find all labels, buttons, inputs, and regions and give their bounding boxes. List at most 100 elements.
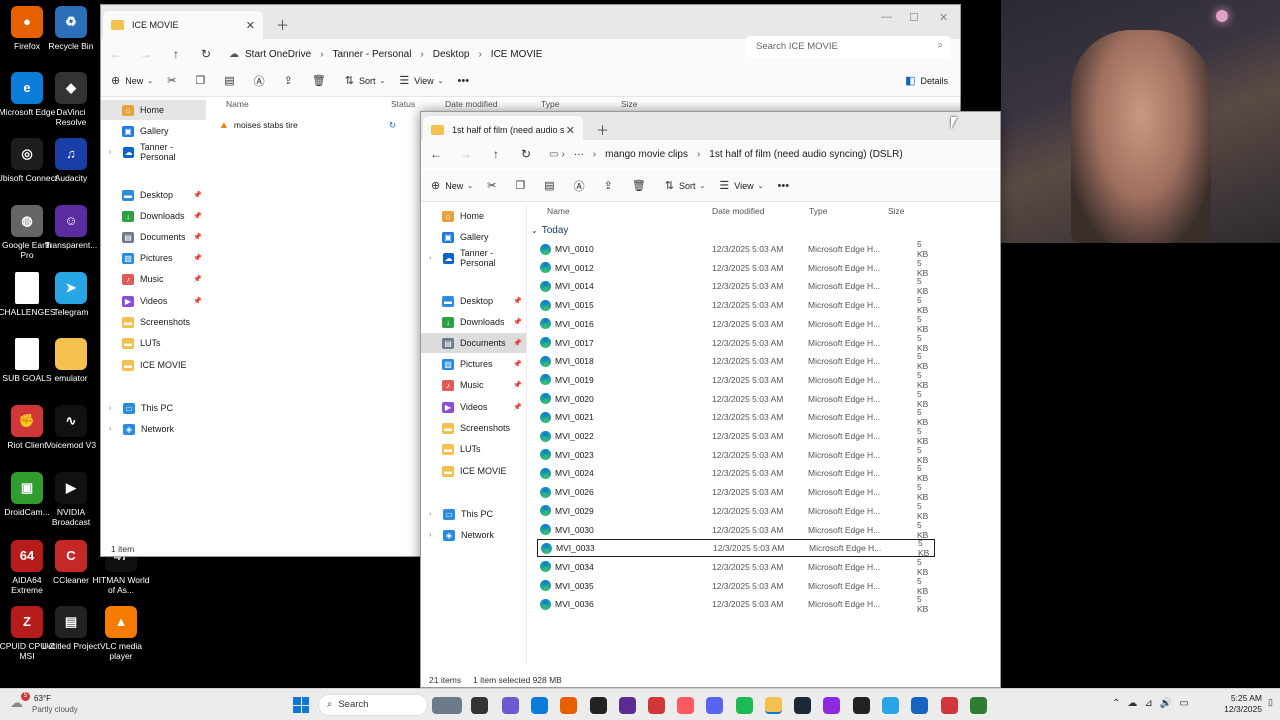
file-row[interactable]: MVI_0014 12/3/2025 5:03 AM Microsoft Edge … (537, 276, 935, 296)
nav-item-gallery[interactable]: ▣ Gallery (421, 227, 526, 247)
close-tab-icon[interactable]: ✕ (246, 19, 255, 32)
file-row[interactable]: MVI_0024 12/3/2025 5:03 AM Microsoft Edge … (537, 463, 935, 483)
column-type[interactable]: Type (541, 99, 559, 109)
sort-button[interactable]: ⇅ Sort ⌄ (665, 179, 706, 192)
column-name[interactable]: Name (547, 206, 570, 216)
nav-item-videos[interactable]: ▶ Videos 📌 (421, 397, 526, 417)
file-row[interactable]: MVI_0012 12/3/2025 5:03 AM Microsoft Edge … (537, 258, 935, 278)
file-row[interactable]: MVI_0020 12/3/2025 5:03 AM Microsoft Edge … (537, 389, 935, 409)
file-row[interactable]: MVI_0017 12/3/2025 5:03 AM Microsoft Edge … (537, 333, 935, 353)
taskbar-app-icon[interactable] (882, 697, 899, 714)
desktop-icon-davinci-resolve[interactable]: ◆ DaVinci Resolve (40, 72, 102, 127)
column-name[interactable]: Name (226, 99, 249, 109)
nav-item-documents[interactable]: ▤ Documents 📌 (101, 227, 206, 247)
breadcrumb-desktop[interactable]: Desktop (433, 49, 470, 60)
forward-button[interactable]: → (131, 47, 161, 61)
column-date[interactable]: Date modified (445, 99, 497, 109)
up-button[interactable]: ↑ (161, 47, 191, 61)
taskbar-app-icon[interactable] (531, 697, 548, 714)
more-button[interactable]: ••• (458, 75, 475, 87)
battery-icon[interactable]: ▭ (1179, 698, 1195, 709)
back-button[interactable]: ← (101, 47, 131, 61)
share-button[interactable]: ⇪ (284, 74, 298, 87)
nav-item-luts[interactable]: ▬ LUTs (421, 439, 526, 459)
share-button[interactable]: ⇪ (604, 179, 618, 192)
file-row[interactable]: MVI_0036 12/3/2025 5:03 AM Microsoft Edge … (537, 594, 935, 614)
column-size[interactable]: Size (621, 99, 638, 109)
breadcrumb-ice-movie[interactable]: ICE MOVIE (491, 49, 543, 60)
file-row[interactable]: MVI_0019 12/3/2025 5:03 AM Microsoft Edge … (537, 370, 935, 390)
new-button[interactable]: ⊕ New ⌄ (111, 74, 153, 87)
view-button[interactable]: ☰ View ⌄ (399, 74, 443, 87)
new-tab-button[interactable]: ＋ (596, 120, 609, 139)
view-button[interactable]: ☰ View ⌄ (719, 179, 763, 192)
taskbar-app-icon[interactable] (765, 697, 782, 714)
desktop-icon-telegram[interactable]: ➤ Telegram (40, 272, 102, 317)
column-date[interactable]: Date modified (712, 206, 764, 216)
nav-item-home[interactable]: ⌂ Home (101, 100, 206, 120)
back-button[interactable]: ← (421, 147, 451, 161)
nav-item-music[interactable]: ♪ Music 📌 (421, 375, 526, 395)
tab-ice-movie[interactable]: ICE MOVIE ✕ (103, 11, 263, 39)
chevron-right-icon[interactable]: › (429, 255, 431, 262)
breadcrumb-more-icon[interactable]: ··· (574, 149, 584, 160)
breadcrumb-1st-half[interactable]: 1st half of film (need audio syncing) (D… (709, 149, 902, 160)
taskbar-app-icon[interactable] (619, 697, 636, 714)
maximize-button[interactable]: ☐ (909, 11, 919, 24)
nav-item-desktop[interactable]: ▬ Desktop 📌 (421, 291, 526, 311)
nav-item-home[interactable]: ⌂ Home (421, 206, 526, 226)
taskbar-app-icon[interactable] (432, 697, 462, 714)
more-button[interactable]: ••• (778, 180, 795, 192)
file-row[interactable]: MVI_0029 12/3/2025 5:03 AM Microsoft Edge … (537, 501, 935, 521)
weather-widget[interactable]: ☁ 5 63°F Partly cloudy (10, 692, 100, 718)
copy-button[interactable]: ❐ (515, 179, 530, 192)
file-row[interactable]: MVI_0016 12/3/2025 5:03 AM Microsoft Edge … (537, 314, 935, 334)
nav-item-this-pc[interactable]: › ▭ This PC (101, 398, 206, 418)
nav-item-pictures[interactable]: ▨ Pictures 📌 (421, 354, 526, 374)
file-row[interactable]: MVI_0015 12/3/2025 5:03 AM Microsoft Edge … (537, 295, 935, 315)
file-row[interactable]: MVI_0018 12/3/2025 5:03 AM Microsoft Edge … (537, 351, 935, 371)
forward-button[interactable]: → (451, 147, 481, 161)
column-size[interactable]: Size (888, 206, 905, 216)
sort-button[interactable]: ⇅ Sort ⌄ (345, 74, 386, 87)
nav-item-ice-movie[interactable]: ▬ ICE MOVIE (421, 461, 526, 481)
show-desktop[interactable]: ▯ (1268, 697, 1273, 708)
file-row[interactable]: MVI_0021 12/3/2025 5:03 AM Microsoft Edge … (537, 407, 935, 427)
group-header[interactable]: ⌄ Today (531, 225, 568, 236)
up-button[interactable]: ↑ (481, 147, 511, 161)
desktop-icon-nvidia-broadcast[interactable]: ▶ NVIDIA Broadcast (40, 472, 102, 527)
taskbar-app-icon[interactable] (677, 697, 694, 714)
delete-button[interactable]: 🗑 (632, 179, 651, 192)
desktop-icon-audacity[interactable]: ♫ Audacity (40, 138, 102, 183)
taskbar-app-icon[interactable] (911, 697, 928, 714)
file-row[interactable]: ▲ moises stabs tire ↻ (219, 116, 409, 134)
refresh-button[interactable]: ↻ (191, 47, 221, 61)
paste-button[interactable]: ▤ (224, 74, 239, 87)
nav-item-luts[interactable]: ▬ LUTs (101, 333, 206, 353)
chevron-up-icon[interactable]: ⌃ (1112, 698, 1127, 709)
file-row[interactable]: MVI_0035 12/3/2025 5:03 AM Microsoft Edge … (537, 576, 935, 596)
chevron-right-icon[interactable]: › (429, 532, 431, 539)
nav-item-screenshots[interactable]: ▬ Screenshots (101, 312, 206, 332)
taskbar-app-icon[interactable] (853, 697, 870, 714)
delete-button[interactable]: 🗑 (312, 74, 331, 87)
nav-item-documents[interactable]: ▤ Documents 📌 (421, 333, 526, 353)
nav-item-gallery[interactable]: ▣ Gallery (101, 121, 206, 141)
rename-button[interactable]: Ⓐ (254, 73, 270, 89)
column-type[interactable]: Type (809, 206, 827, 216)
desktop-icon-emulator[interactable]: emulator (40, 338, 102, 383)
taskbar-app-icon[interactable] (970, 697, 987, 714)
nav-item-pictures[interactable]: ▨ Pictures 📌 (101, 248, 206, 268)
desktop-icon-transparent-[interactable]: ☺ Transparent... (40, 205, 102, 250)
close-tab-icon[interactable]: ✕ (566, 124, 575, 137)
nav-item-downloads[interactable]: ↓ Downloads 📌 (101, 206, 206, 226)
taskbar-app-icon[interactable] (706, 697, 723, 714)
nav-item-desktop[interactable]: ▬ Desktop 📌 (101, 185, 206, 205)
details-button[interactable]: ◧ Details (905, 74, 948, 87)
chevron-right-icon[interactable]: › (429, 511, 431, 518)
nav-item-network[interactable]: › ◈ Network (101, 419, 206, 439)
clock[interactable]: 5:25 AM 12/3/2025 (1212, 693, 1262, 715)
chevron-right-icon[interactable]: › (109, 405, 111, 412)
taskbar-app-icon[interactable] (941, 697, 958, 714)
breadcrumb-tanner[interactable]: Tanner - Personal (332, 49, 411, 60)
